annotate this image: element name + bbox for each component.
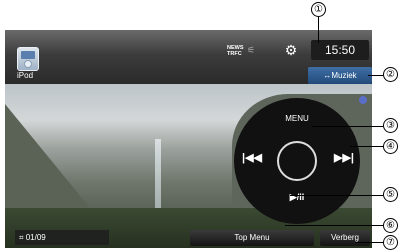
signal-icon: ⚟: [247, 45, 256, 55]
center-enter-button[interactable]: [277, 141, 317, 181]
callout-7: ⑦: [383, 235, 398, 250]
gear-icon[interactable]: ⚙: [280, 42, 302, 58]
callout-1-leader: [318, 17, 319, 43]
previous-track-button[interactable]: |◀◀: [242, 151, 262, 164]
chapter-counter-value: 01/09: [25, 233, 46, 242]
landscape-rock-left: [5, 104, 95, 214]
callout-2-leader: [368, 75, 383, 76]
callout-1: ①: [311, 2, 326, 17]
video-area[interactable]: MENU |◀◀ ▶▶| ▶/II ⌗ 01/09 Top Menu Verbe…: [5, 84, 372, 248]
landscape-waterfall: [155, 139, 161, 209]
play-pause-button[interactable]: ▶/II: [279, 192, 315, 203]
menu-button[interactable]: MENU: [234, 114, 360, 123]
callout-7-leader: [355, 242, 383, 243]
callout-5: ⑤: [383, 187, 398, 202]
muziek-button[interactable]: ↔Muziek: [308, 67, 372, 84]
callout-3: ③: [383, 118, 398, 133]
top-menu-button[interactable]: Top Menu: [190, 230, 314, 246]
video-player-screen: iPod NEWS TRFC ⚟ ⚙ 15:50 ↔Muziek MENU |◀…: [5, 30, 372, 248]
status-dot-icon: [359, 96, 367, 104]
callout-4: ④: [383, 139, 398, 154]
ipod-icon[interactable]: [17, 47, 39, 71]
callout-6: ⑥: [383, 218, 398, 233]
playback-controller: MENU |◀◀ ▶▶| ▶/II: [234, 98, 360, 224]
trfc-label: TRFC: [227, 51, 242, 57]
callout-4-leader: [350, 146, 383, 147]
next-track-button[interactable]: ▶▶|: [334, 151, 354, 164]
source-label: iPod: [17, 71, 34, 80]
clock: 15:50: [311, 40, 369, 60]
callout-5-leader: [290, 195, 383, 196]
callout-2: ②: [383, 67, 398, 82]
callout-6-leader: [285, 225, 383, 226]
chapter-icon: ⌗: [19, 233, 26, 242]
callout-3-leader: [312, 126, 383, 127]
news-traffic-indicator: NEWS TRFC: [227, 45, 244, 57]
hide-button[interactable]: Verberg: [320, 230, 370, 246]
chapter-counter: ⌗ 01/09: [15, 230, 109, 245]
top-bar: iPod NEWS TRFC ⚟ ⚙ 15:50 ↔Muziek: [5, 30, 372, 84]
